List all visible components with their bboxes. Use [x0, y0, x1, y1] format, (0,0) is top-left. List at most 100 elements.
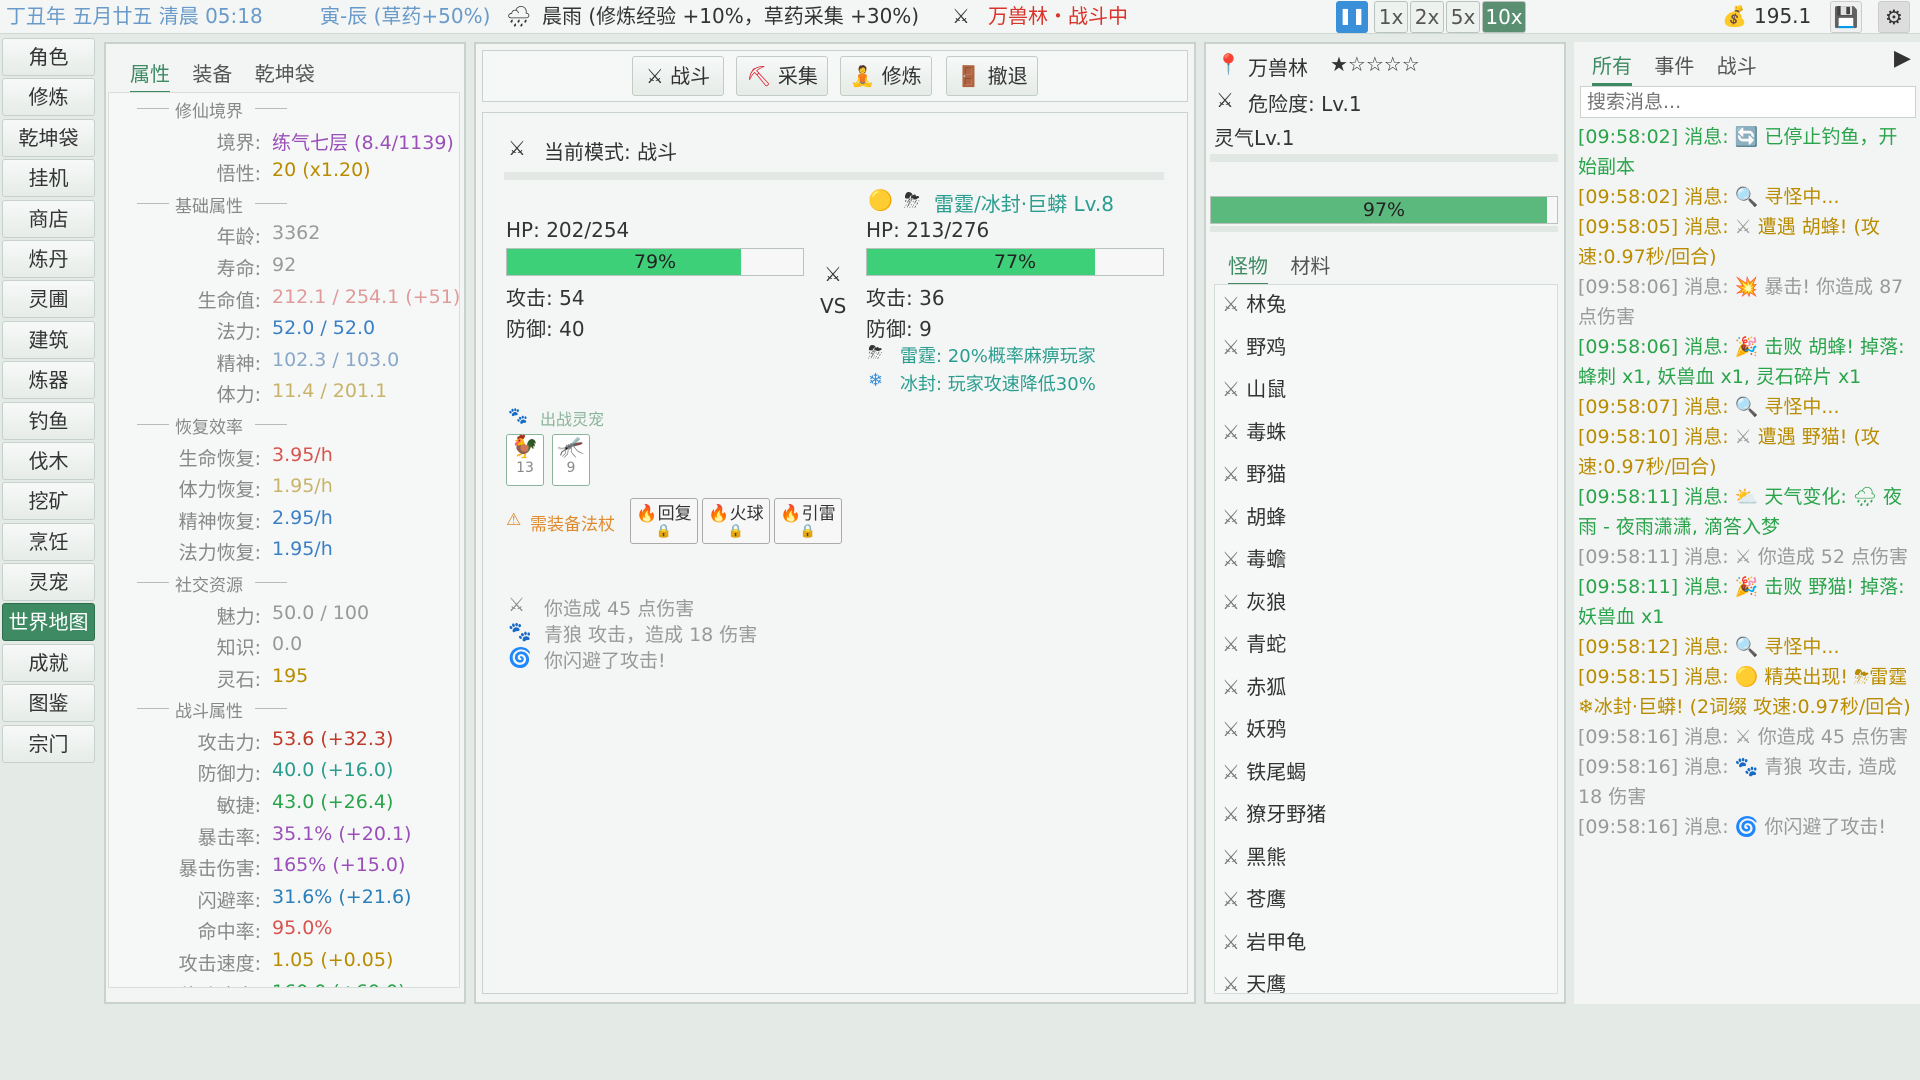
message-icon: 🟡	[1734, 666, 1759, 688]
sidebar-item[interactable]: 灵宠	[2, 563, 95, 602]
money-bag-icon: 💰	[1722, 4, 1747, 28]
zone-lingqi: 灵气Lv.1	[1214, 126, 1295, 150]
pause-button[interactable]: ❚❚	[1336, 1, 1368, 33]
fight-button[interactable]: ⚔ 战斗	[632, 56, 724, 96]
message-log[interactable]: [09:58:02] 消息: 🔄 已停止钓鱼，开始副本 [09:58:02] 消息…	[1578, 122, 1916, 1002]
sidebar-item[interactable]: 图鉴	[2, 684, 95, 723]
monster-item[interactable]: ⚔ 黑熊	[1222, 836, 1552, 878]
weather-status: 晨雨 (修炼经验 +10%，草药采集 +30%)	[542, 4, 920, 28]
monster-item[interactable]: ⚔ 野猫	[1222, 453, 1552, 495]
message-entry: [09:58:10] 消息: ⚔ 遭遇 野猫! (攻速:0.97秒/回合)	[1578, 422, 1916, 482]
stat-label: 体力恢复:	[178, 479, 261, 502]
divider	[1210, 154, 1558, 162]
save-icon[interactable]: 💾	[1830, 1, 1862, 33]
skill-thunder-button[interactable]: 🔥引雷 🔒	[774, 498, 842, 544]
stat-label: 攻击速度:	[178, 953, 261, 976]
stat-row: 灵石: 195	[109, 662, 459, 694]
battle-log-line: 你闪避了攻击!	[544, 650, 666, 672]
sidebar-item[interactable]: 修炼	[2, 78, 95, 117]
message-text: 寻怪中...	[1764, 396, 1840, 418]
sidebar-item[interactable]: 成就	[2, 643, 95, 682]
message-icon: 🔄	[1734, 126, 1759, 148]
monster-item[interactable]: ⚔ 胡蜂	[1222, 496, 1552, 538]
crossed-swords-icon: ⚔	[1222, 674, 1240, 699]
tab-all[interactable]: 所有	[1592, 50, 1632, 86]
sidebar-item[interactable]: 炼丹	[2, 239, 95, 278]
monster-item[interactable]: ⚔ 野鸡	[1222, 326, 1552, 368]
stat-label: 暴击率:	[197, 826, 261, 849]
stat-row: 暴击伤害: 165% (+15.0)	[109, 851, 459, 883]
monster-item[interactable]: ⚔ 獠牙野猪	[1222, 793, 1552, 835]
monster-item[interactable]: ⚔ 苍鹰	[1222, 878, 1552, 920]
stat-row: 防御力: 40.0 (+16.0)	[109, 756, 459, 788]
monster-name: 妖鸦	[1246, 717, 1287, 741]
sidebar-item[interactable]: 宗门	[2, 724, 95, 763]
crossed-swords-icon: ⚔	[1222, 929, 1240, 954]
stat-label: 体力:	[216, 384, 261, 407]
monster-item[interactable]: ⚔ 灰狼	[1222, 581, 1552, 623]
sidebar-item[interactable]: 钓鱼	[2, 401, 95, 440]
speed-1x-button[interactable]: 1x	[1374, 1, 1408, 33]
stat-label: 年龄:	[216, 226, 261, 249]
sidebar-item[interactable]: 乾坤袋	[2, 118, 95, 157]
sidebar-item[interactable]: 商店	[2, 199, 95, 238]
play-arrow-icon[interactable]: ▶	[1894, 46, 1911, 71]
tab-events[interactable]: 事件	[1654, 50, 1694, 83]
message-text: 寻怪中...	[1764, 186, 1840, 208]
stat-row: 命中率: 95.0%	[109, 914, 459, 946]
monster-item[interactable]: ⚔ 铁尾蝎	[1222, 751, 1552, 793]
stat-value: 1.95/h	[272, 538, 333, 561]
skill-fireball-button[interactable]: 🔥火球 🔒	[702, 498, 770, 544]
pet-slot[interactable]: 🐓 13	[506, 434, 544, 486]
sidebar-item[interactable]: 挂机	[2, 159, 95, 198]
sidebar-item[interactable]: 灵圃	[2, 280, 95, 319]
sidebar-item[interactable]: 炼器	[2, 361, 95, 400]
monster-item[interactable]: ⚔ 天鹰	[1222, 963, 1552, 1005]
tab-attributes[interactable]: 属性	[130, 58, 170, 94]
shichen-status: 寅-辰 (草药+50%)	[320, 4, 491, 28]
speed-5x-button[interactable]: 5x	[1446, 1, 1480, 33]
speed-2x-button[interactable]: 2x	[1410, 1, 1444, 33]
axe-icon: ⛏	[746, 64, 772, 88]
stat-row: 法力: 52.0 / 52.0	[109, 314, 459, 346]
speed-10x-button[interactable]: 10x	[1482, 1, 1526, 33]
pet-slot[interactable]: 🦟 9	[552, 434, 590, 486]
tab-qiankun-bag[interactable]: 乾坤袋	[255, 58, 315, 91]
sidebar-item[interactable]: 挖矿	[2, 482, 95, 521]
monster-item[interactable]: ⚔ 山鼠	[1222, 368, 1552, 410]
gear-icon[interactable]: ⚙	[1878, 1, 1910, 33]
tab-monsters[interactable]: 怪物	[1228, 250, 1268, 286]
attribute-list[interactable]: 修仙境界 境界: 练气七层 (8.4/1139) 悟性: 20 (x1.20) 基础属性年…	[108, 92, 460, 988]
message-time: [09:58:10] 消息:	[1578, 426, 1729, 448]
retreat-button[interactable]: 🚪 撤退	[946, 56, 1038, 96]
tab-equipment[interactable]: 装备	[192, 58, 232, 91]
stat-value: 31.6% (+21.6)	[272, 885, 412, 908]
sidebar-item[interactable]: 建筑	[2, 320, 95, 359]
main-nav-sidebar: 角色 修炼 乾坤袋 挂机 商店 炼丹 灵圃 建筑 炼器 钓鱼 伐木 挖矿 烹饪 灵宠 世界地图 成就 图鉴 宗门	[0, 38, 97, 765]
message-search-input[interactable]	[1580, 86, 1916, 118]
sidebar-item[interactable]: 角色	[2, 38, 95, 76]
monster-item[interactable]: ⚔ 妖鸦	[1222, 708, 1552, 750]
monster-item[interactable]: ⚔ 岩甲龟	[1222, 921, 1552, 963]
stat-value: 练气七层 (8.4/1139)	[272, 131, 454, 154]
tab-battle[interactable]: 战斗	[1717, 50, 1757, 83]
monster-name: 灰狼	[1246, 589, 1287, 614]
message-entry: [09:58:11] 消息: ⛅ 天气变化: 🌧 夜雨 - 夜雨潇潇, 滴答入梦	[1578, 482, 1916, 542]
sidebar-item[interactable]: 世界地图	[2, 603, 95, 642]
cultivate-button[interactable]: 🧘 修炼	[840, 56, 932, 96]
monster-item[interactable]: ⚔ 林兔	[1222, 283, 1552, 325]
monster-name: 野鸡	[1246, 334, 1287, 359]
skill-heal-button[interactable]: 🔥回复 🔒	[630, 498, 698, 544]
monster-item[interactable]: ⚔ 毒蟾	[1222, 538, 1552, 580]
monster-item[interactable]: ⚔ 赤狐	[1222, 666, 1552, 708]
monster-item[interactable]: ⚔ 毒蛛	[1222, 411, 1552, 453]
gather-button[interactable]: ⛏ 采集	[736, 56, 828, 96]
tab-materials[interactable]: 材料	[1290, 250, 1330, 283]
message-time: [09:58:11] 消息:	[1578, 486, 1729, 508]
monster-item[interactable]: ⚔ 青蛇	[1222, 623, 1552, 665]
sidebar-item[interactable]: 伐木	[2, 441, 95, 480]
location-status: 万兽林・战斗中	[988, 4, 1128, 28]
sidebar-item[interactable]: 烹饪	[2, 522, 95, 561]
crossed-swords-icon: ⚔	[1222, 887, 1240, 911]
rain-icon: 🌧	[506, 4, 532, 28]
